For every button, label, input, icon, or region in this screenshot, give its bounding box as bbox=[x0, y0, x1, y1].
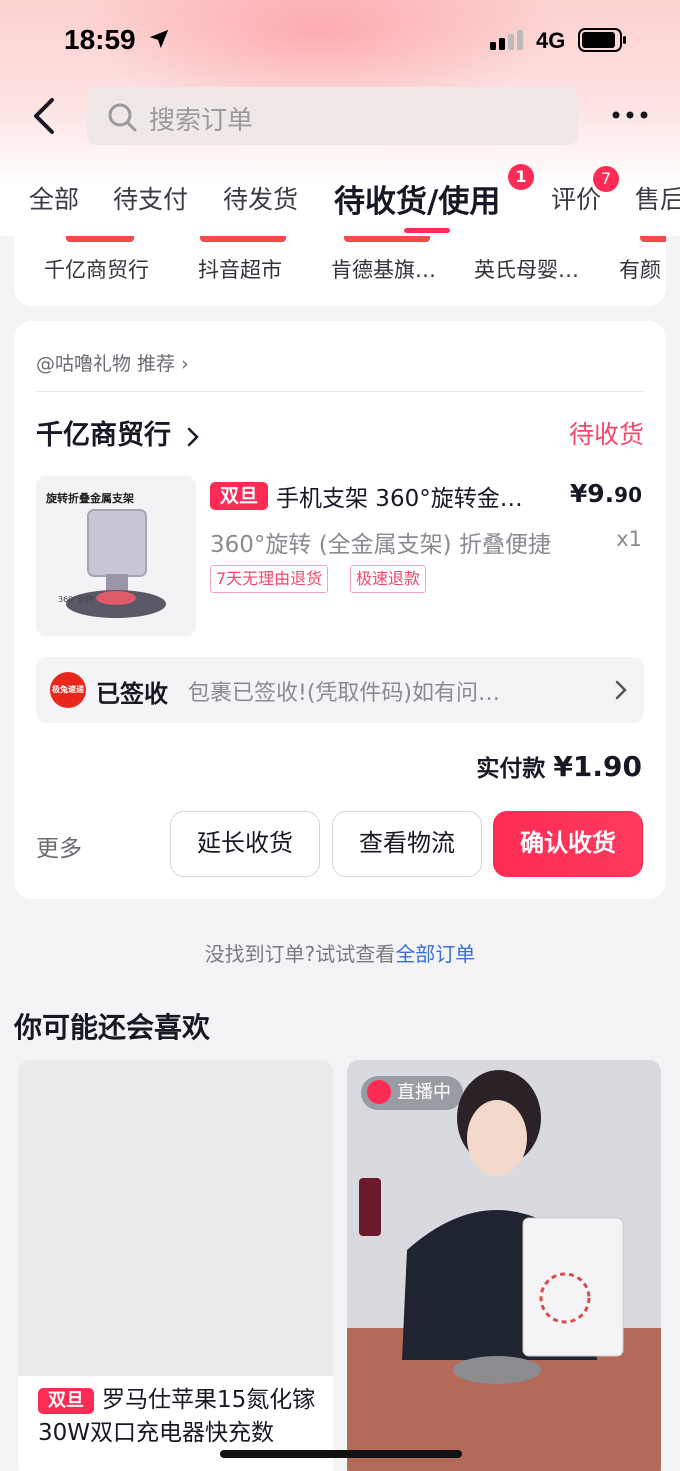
search-placeholder: 搜索订单 bbox=[149, 106, 254, 136]
network-type: 4G bbox=[536, 28, 566, 53]
shop-tag bbox=[640, 236, 666, 242]
shop-name-label: 千亿商贸行 bbox=[36, 420, 171, 451]
product-title[interactable]: 手机支架 360°旋转金… bbox=[276, 479, 546, 513]
shop-item[interactable]: 抖音超市 bbox=[198, 254, 282, 284]
recommend-link[interactable]: @咕噜礼物 推荐 › bbox=[36, 349, 189, 376]
product-spec: 360°旋转 (全金属支架) 折叠便捷 bbox=[210, 532, 551, 558]
extend-receipt-button[interactable]: 延长收货 bbox=[170, 811, 320, 877]
tab-pending-payment[interactable]: 待支付 bbox=[113, 180, 188, 216]
battery-icon bbox=[578, 28, 626, 52]
recommend-title: 你可能还会喜欢 bbox=[14, 1011, 211, 1044]
shop-tag bbox=[344, 236, 430, 242]
all-orders-link[interactable]: 全部订单 bbox=[395, 942, 475, 966]
price-main: ¥9. bbox=[569, 479, 615, 508]
product-card[interactable]: 双旦 罗马仕苹果15氮化镓30W双口充电器快充数 bbox=[18, 1060, 333, 1471]
paid-amount: 实付款 ¥1.90 bbox=[476, 749, 642, 783]
confirm-receipt-button[interactable]: 确认收货 bbox=[493, 811, 643, 877]
shop-tag bbox=[66, 236, 134, 242]
promo-badge: 双旦 bbox=[210, 482, 268, 510]
status-bar: 18:59 4G bbox=[0, 0, 680, 80]
tab-review[interactable]: 评价 7 bbox=[551, 166, 619, 216]
chevron-right-icon bbox=[188, 427, 200, 446]
order-tabs: 全部 待支付 待发货 待收货/使用 1 评价 7 售后 bbox=[0, 160, 680, 236]
live-product-card[interactable]: 直播中 bbox=[347, 1060, 661, 1471]
more-button[interactable]: 更多 bbox=[36, 829, 82, 863]
price-cents: 90 bbox=[614, 483, 642, 507]
tab-badge: 1 bbox=[508, 164, 534, 190]
product-price: ¥9.90 bbox=[570, 479, 642, 508]
track-logistics-button[interactable]: 查看物流 bbox=[332, 811, 482, 877]
tab-after-sales[interactable]: 售后 bbox=[635, 180, 680, 216]
paid-label: 实付款 bbox=[476, 756, 546, 782]
logistics-status: 已签收 bbox=[96, 680, 168, 708]
signal-icon bbox=[490, 30, 523, 50]
active-tab-indicator bbox=[404, 228, 450, 233]
product-quantity: x1 bbox=[616, 527, 642, 551]
search-input[interactable]: 搜索订单 bbox=[87, 87, 578, 145]
shop-name[interactable]: 千亿商贸行 bbox=[36, 413, 200, 452]
shop-item[interactable]: 有颜 bbox=[619, 254, 661, 284]
status-time: 18:59 bbox=[64, 24, 136, 55]
more-options-icon[interactable] bbox=[610, 100, 650, 130]
search-icon bbox=[108, 103, 137, 132]
product-thumbnail[interactable]: 旋转折叠金属支架 360°旋转 bbox=[36, 476, 196, 636]
shop-tag bbox=[200, 236, 286, 242]
logistics-row[interactable]: 极兔速递 已签收 包裹已签收!(凭取件码)如有问… bbox=[36, 657, 644, 723]
tab-badge: 7 bbox=[593, 166, 619, 192]
shops-row: 千亿商贸行 抖音超市 肯德基旗… 英氏母婴… 有颜 bbox=[14, 236, 666, 306]
logistics-desc: 包裹已签收!(凭取件码)如有问… bbox=[188, 681, 500, 706]
courier-logo: 极兔速递 bbox=[50, 672, 86, 708]
shop-item[interactable]: 肯德基旗… bbox=[331, 254, 436, 284]
tab-pending-receipt[interactable]: 待收货/使用 1 bbox=[334, 164, 534, 221]
divider bbox=[36, 391, 644, 392]
tab-review-label: 评价 bbox=[551, 185, 602, 214]
not-found-text: 没找到订单?试试查看 bbox=[204, 942, 396, 966]
chevron-right-icon bbox=[615, 680, 627, 700]
paid-value: ¥1.90 bbox=[553, 750, 642, 783]
live-stream-image bbox=[347, 1060, 661, 1471]
thumb-caption: 360°旋转 bbox=[58, 595, 94, 604]
tab-all[interactable]: 全部 bbox=[29, 180, 79, 216]
live-icon bbox=[367, 1079, 391, 1104]
phone-stand-image bbox=[66, 509, 166, 618]
shop-item[interactable]: 英氏母婴… bbox=[474, 254, 579, 284]
tab-pending-receipt-label: 待收货/使用 bbox=[334, 184, 501, 220]
location-arrow-icon bbox=[149, 29, 169, 49]
service-tag: 7天无理由退货 bbox=[210, 565, 329, 593]
product-card-title: 罗马仕苹果15氮化镓30W双口充电器快充数 bbox=[38, 1387, 316, 1446]
home-indicator bbox=[220, 1450, 462, 1458]
live-badge: 直播中 bbox=[361, 1076, 463, 1110]
service-tag: 极速退款 bbox=[350, 565, 427, 593]
live-label: 直播中 bbox=[397, 1082, 451, 1103]
order-card: @咕噜礼物 推荐 › 千亿商贸行 待收货 旋转折叠金属支架 360°旋转 双旦 … bbox=[14, 321, 666, 899]
back-icon[interactable] bbox=[28, 96, 64, 136]
not-found-hint: 没找到订单?试试查看全部订单 bbox=[0, 938, 680, 967]
tab-pending-shipment[interactable]: 待发货 bbox=[223, 180, 298, 216]
order-status: 待收货 bbox=[568, 420, 644, 449]
shop-item[interactable]: 千亿商贸行 bbox=[44, 254, 149, 284]
